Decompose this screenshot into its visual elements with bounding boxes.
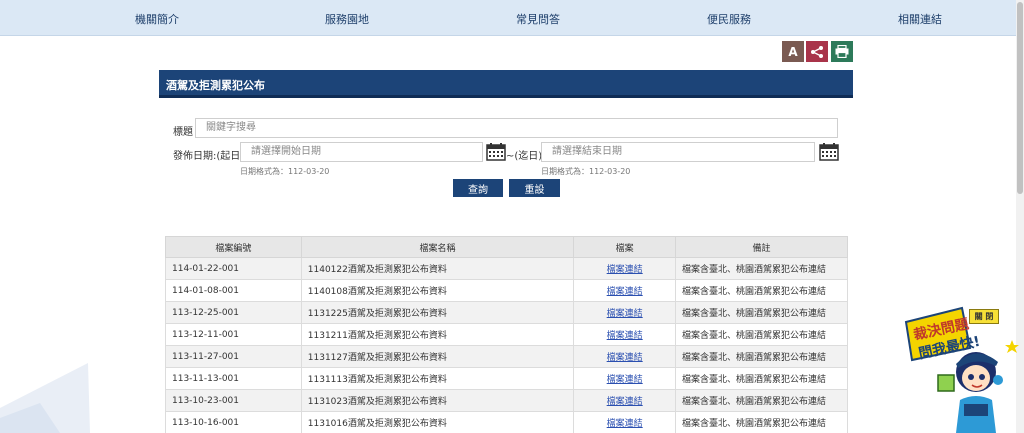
end-date-label: ~(迄日) [506,151,543,162]
file-name: 1131113酒駕及拒測累犯公布資料 [300,367,575,390]
table-row: 113-10-23-001 1131023酒駕及拒測累犯公布資料 檔案連結 檔案… [165,389,848,412]
file-link-cell: 檔案連結 [573,323,677,346]
keyword-placeholder: 關鍵字搜尋 [206,122,256,133]
file-link[interactable]: 檔案連結 [607,397,643,407]
font-size-button[interactable]: A [782,41,804,62]
note: 檔案含臺北、桃園酒駕累犯公布連結 [675,279,848,302]
calendar-icon[interactable] [819,143,839,161]
end-date-hint: 日期格式為：112-03-20 [541,167,631,176]
nav-item-public-service[interactable]: 便民服務 [707,11,751,27]
start-date-placeholder: 請選擇開始日期 [251,146,321,157]
file-link-cell: 檔案連結 [573,301,677,324]
table-header-row: 檔案編號 檔案名稱 檔案 備註 [165,236,848,258]
file-link[interactable]: 檔案連結 [607,287,643,297]
file-link-cell: 檔案連結 [573,279,677,302]
calendar-icon[interactable] [486,143,506,161]
share-button[interactable] [806,41,828,62]
query-button[interactable]: 查詢 [453,179,503,197]
file-link-cell: 檔案連結 [573,257,677,280]
nav-item-faq[interactable]: 常見問答 [516,11,560,27]
nav-item-about[interactable]: 機關簡介 [135,11,179,27]
file-link[interactable]: 檔案連結 [607,265,643,275]
note: 檔案含臺北、桃園酒駕累犯公布連結 [675,323,848,346]
start-date-input[interactable]: 請選擇開始日期 [240,142,483,162]
table-row: 114-01-22-001 1140122酒駕及拒測累犯公布資料 檔案連結 檔案… [165,257,848,280]
file-id: 113-10-23-001 [165,389,302,412]
file-link[interactable]: 檔案連結 [607,309,643,319]
date-label: 發佈日期:(起日) [173,151,245,162]
title-label: 標題 [173,127,193,138]
note: 檔案含臺北、桃園酒駕累犯公布連結 [675,345,848,368]
note: 檔案含臺北、桃園酒駕累犯公布連結 [675,257,848,280]
table-row: 114-01-08-001 1140108酒駕及拒測累犯公布資料 檔案連結 檔案… [165,279,848,302]
print-icon [835,45,849,58]
end-date-input[interactable]: 請選擇結束日期 [541,142,815,162]
file-name: 1131211酒駕及拒測累犯公布資料 [300,323,575,346]
keyword-search-input[interactable]: 關鍵字搜尋 [195,118,838,138]
reset-button[interactable]: 重設 [509,179,560,197]
table-row: 113-11-27-001 1131127酒駕及拒測累犯公布資料 檔案連結 檔案… [165,345,848,368]
file-link[interactable]: 檔案連結 [607,419,643,429]
note: 檔案含臺北、桃園酒駕累犯公布連結 [675,411,848,433]
header-note: 備註 [675,236,848,258]
header-file: 檔案 [573,236,677,258]
file-id: 113-12-11-001 [165,323,302,346]
file-id: 113-11-27-001 [165,345,302,368]
results-table: 檔案編號 檔案名稱 檔案 備註 114-01-22-001 1140122酒駕及… [165,236,848,433]
page-title: 酒駕及拒測累犯公布 [166,79,265,92]
nav-item-services[interactable]: 服務園地 [325,11,369,27]
note: 檔案含臺北、桃園酒駕累犯公布連結 [675,367,848,390]
note: 檔案含臺北、桃園酒駕累犯公布連結 [675,301,848,324]
note: 檔案含臺北、桃園酒駕累犯公布連結 [675,389,848,412]
file-id: 113-11-13-001 [165,367,302,390]
table-row: 113-11-13-001 1131113酒駕及拒測累犯公布資料 檔案連結 檔案… [165,367,848,390]
file-name: 1131023酒駕及拒測累犯公布資料 [300,389,575,412]
file-name: 1140108酒駕及拒測累犯公布資料 [300,279,575,302]
query-button-label: 查詢 [468,184,488,196]
header-file-name: 檔案名稱 [300,236,575,258]
file-link-cell: 檔案連結 [573,411,677,433]
file-name: 1131127酒駕及拒測累犯公布資料 [300,345,575,368]
file-link-cell: 檔案連結 [573,389,677,412]
file-name: 1131016酒駕及拒測累犯公布資料 [300,411,575,433]
font-size-label: A [788,44,798,59]
file-link[interactable]: 檔案連結 [607,375,643,385]
mascot-close-button[interactable]: 關 閉 [969,309,999,324]
nav-item-links[interactable]: 相關連結 [898,11,942,27]
file-id: 114-01-08-001 [165,279,302,302]
table-row: 113-12-25-001 1131225酒駕及拒測累犯公布資料 檔案連結 檔案… [165,301,848,324]
share-icon [811,45,823,58]
file-link[interactable]: 檔案連結 [607,331,643,341]
table-row: 113-12-11-001 1131211酒駕及拒測累犯公布資料 檔案連結 檔案… [165,323,848,346]
scrollbar-thumb[interactable] [1017,2,1023,194]
file-id: 113-10-16-001 [165,411,302,433]
reset-button-label: 重設 [524,184,545,196]
file-name: 1131225酒駕及拒測累犯公布資料 [300,301,575,324]
file-link-cell: 檔案連結 [573,367,677,390]
file-link-cell: 檔案連結 [573,345,677,368]
table-row: 113-10-16-001 1131016酒駕及拒測累犯公布資料 檔案連結 檔案… [165,411,848,433]
header-file-id: 檔案編號 [165,236,302,258]
file-id: 113-12-25-001 [165,301,302,324]
mascot-close-label: 關 閉 [974,312,994,321]
page-title-bar: 酒駕及拒測累犯公布 [159,70,853,98]
file-id: 114-01-22-001 [165,257,302,280]
top-nav: 機關簡介 服務園地 常見問答 便民服務 相關連結 [0,0,1016,36]
start-date-hint: 日期格式為：112-03-20 [240,167,330,176]
print-button[interactable] [831,41,853,62]
end-date-placeholder: 請選擇結束日期 [552,146,622,157]
file-link[interactable]: 檔案連結 [607,353,643,363]
file-name: 1140122酒駕及拒測累犯公布資料 [300,257,575,280]
decorative-shape [0,363,90,433]
